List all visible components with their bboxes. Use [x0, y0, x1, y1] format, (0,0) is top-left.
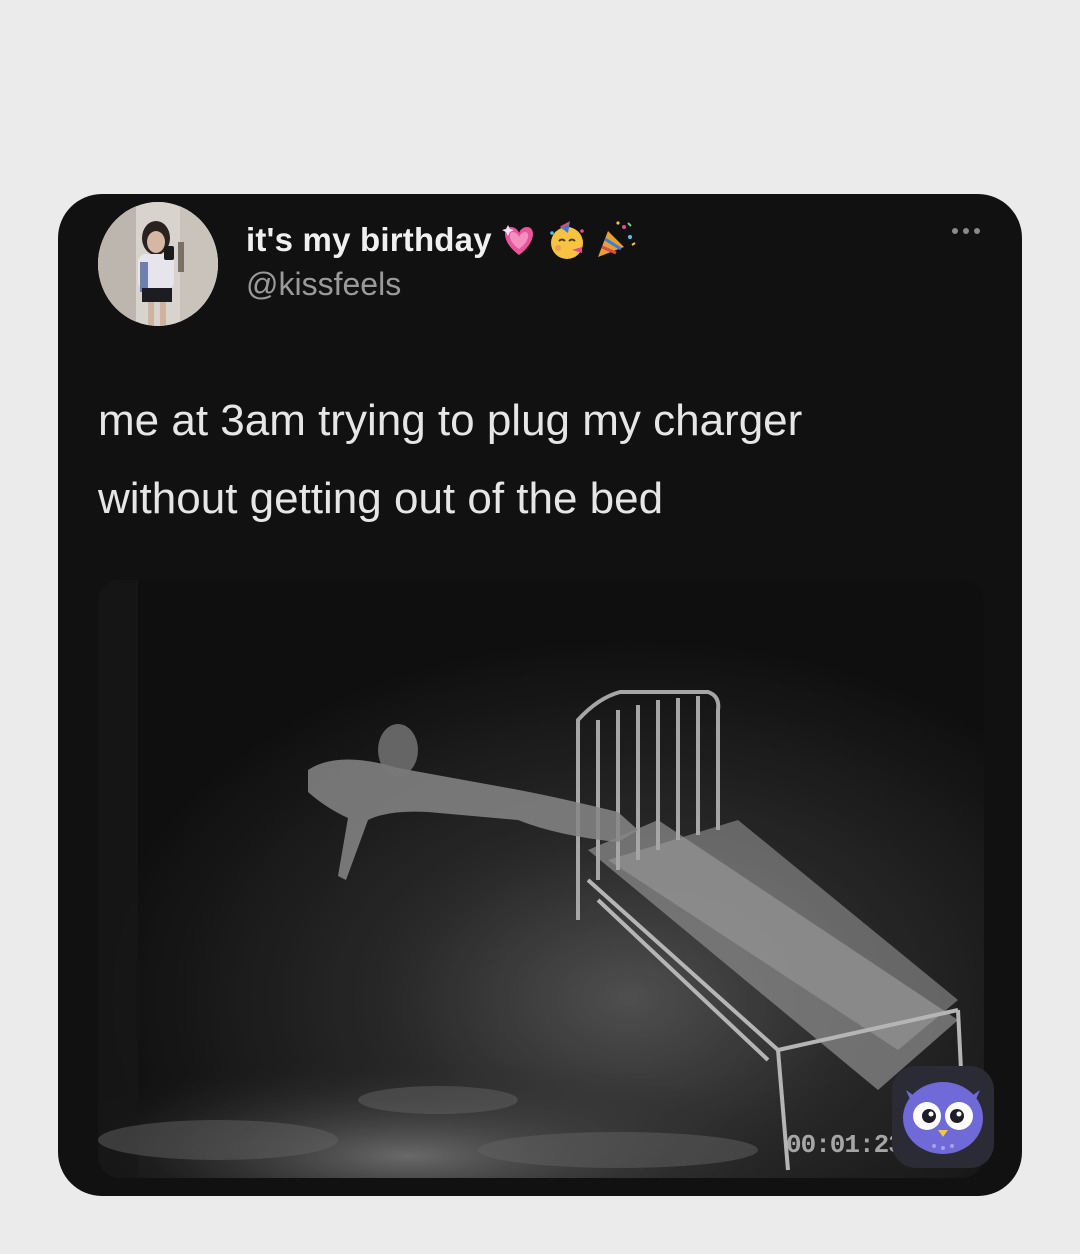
tweet-card: it's my birthday @kissfeels me at 3am tr… — [58, 194, 1022, 1196]
tweet-media-image[interactable]: 00:01:23 — [98, 580, 984, 1178]
party-popper-emoji-icon — [594, 219, 636, 261]
video-timestamp-overlay: 00:01:23 — [786, 1130, 904, 1160]
avatar[interactable] — [98, 202, 218, 326]
username-handle[interactable]: @kissfeels — [246, 266, 401, 303]
tweet-text-line-2: without getting out of the bed — [98, 474, 664, 523]
more-options-icon[interactable] — [952, 228, 980, 234]
heart-emoji-icon — [498, 219, 540, 261]
tweet-text: me at 3am trying to plug my charger with… — [98, 382, 978, 538]
party-face-emoji-icon — [546, 219, 588, 261]
night-vision-photo — [98, 580, 984, 1178]
display-name[interactable]: it's my birthday — [246, 221, 492, 259]
display-name-row: it's my birthday — [246, 218, 636, 262]
owl-app-icon[interactable] — [892, 1066, 994, 1168]
tweet-text-line-1: me at 3am trying to plug my charger — [98, 396, 803, 445]
